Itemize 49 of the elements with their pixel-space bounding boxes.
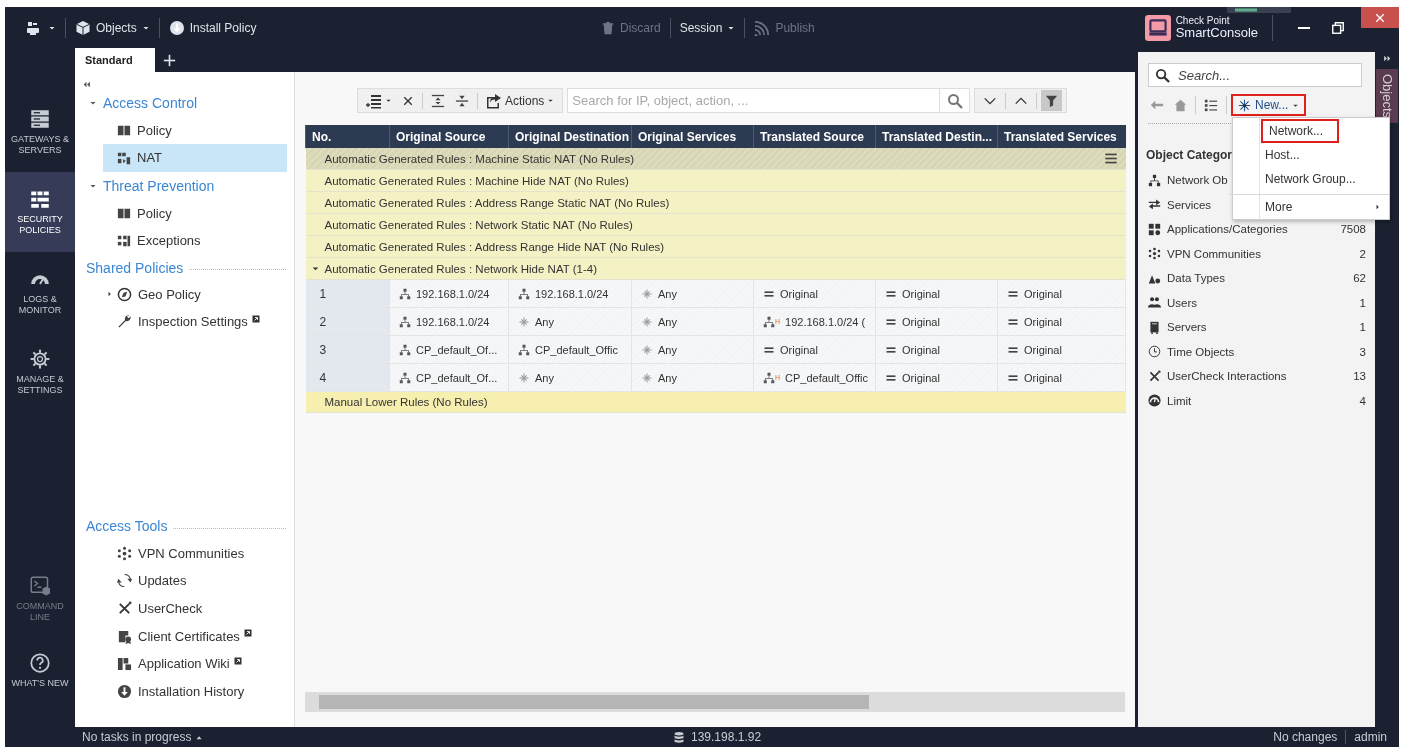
- count: 13: [1353, 370, 1366, 383]
- count: 7508: [1340, 223, 1366, 236]
- rule-cell: CP_default_Of...: [390, 371, 508, 384]
- rule-number: 3: [305, 335, 390, 364]
- brand-name: Check Point: [1175, 16, 1231, 26]
- column-header: Original Destination: [508, 125, 632, 148]
- rule-number: 4: [305, 363, 390, 392]
- rule-number: 1: [305, 279, 390, 308]
- rule-cell: Original: [998, 371, 1125, 384]
- rule-cell: Any: [632, 315, 753, 328]
- product-name: SmartConsole: [1175, 26, 1258, 39]
- rule-cell: Any: [632, 287, 753, 300]
- rule-cell: Original: [754, 287, 875, 300]
- column-header: Translated Destin...: [875, 125, 998, 148]
- section-heading: Shared Policies: [86, 259, 184, 276]
- rule-cell: Any: [509, 371, 631, 384]
- rule-cell: Any: [509, 315, 631, 328]
- count: 1: [1359, 321, 1366, 334]
- rule-cell: Original: [754, 343, 875, 356]
- category-heading: Object Categor: [1146, 148, 1232, 162]
- rule-cell: 192.168.1.0/24: [390, 315, 508, 328]
- section-heading: Access Tools: [86, 518, 168, 535]
- rule-cell: Original: [998, 287, 1125, 300]
- column-header: Translated Services: [997, 125, 1126, 148]
- count: 62: [1353, 272, 1366, 285]
- rule-cell: Original: [876, 287, 997, 300]
- rule-cell: Original: [876, 343, 997, 356]
- column-header: Translated Source: [753, 125, 876, 148]
- changes-status: No changes: [1273, 730, 1338, 744]
- count: 1: [1359, 296, 1366, 309]
- server-address: 139.198.1.92: [691, 730, 762, 744]
- rule-cell: Original: [876, 315, 997, 328]
- column-header: Original Services: [631, 125, 754, 148]
- user-name: admin: [1354, 730, 1387, 744]
- rule-cell: Original: [998, 315, 1125, 328]
- rule-cell: Any: [632, 343, 753, 356]
- count: 2: [1359, 247, 1366, 260]
- rule-cell: 192.168.1.0/24: [509, 287, 631, 300]
- count: 3: [1359, 345, 1366, 358]
- rule-number: 2: [305, 307, 390, 336]
- rule-cell: 192.168.1.0/24: [390, 287, 508, 300]
- rule-cell: Original: [998, 343, 1125, 356]
- rule-cell: Original: [876, 371, 997, 384]
- count: 4: [1359, 394, 1366, 407]
- column-header: Original Source: [389, 125, 509, 148]
- rule-cell: Any: [632, 371, 753, 384]
- rule-cell: CP_default_Of...: [390, 343, 508, 356]
- rule-cell: CP_default_Offic: [509, 343, 631, 356]
- column-header: No.: [305, 125, 390, 148]
